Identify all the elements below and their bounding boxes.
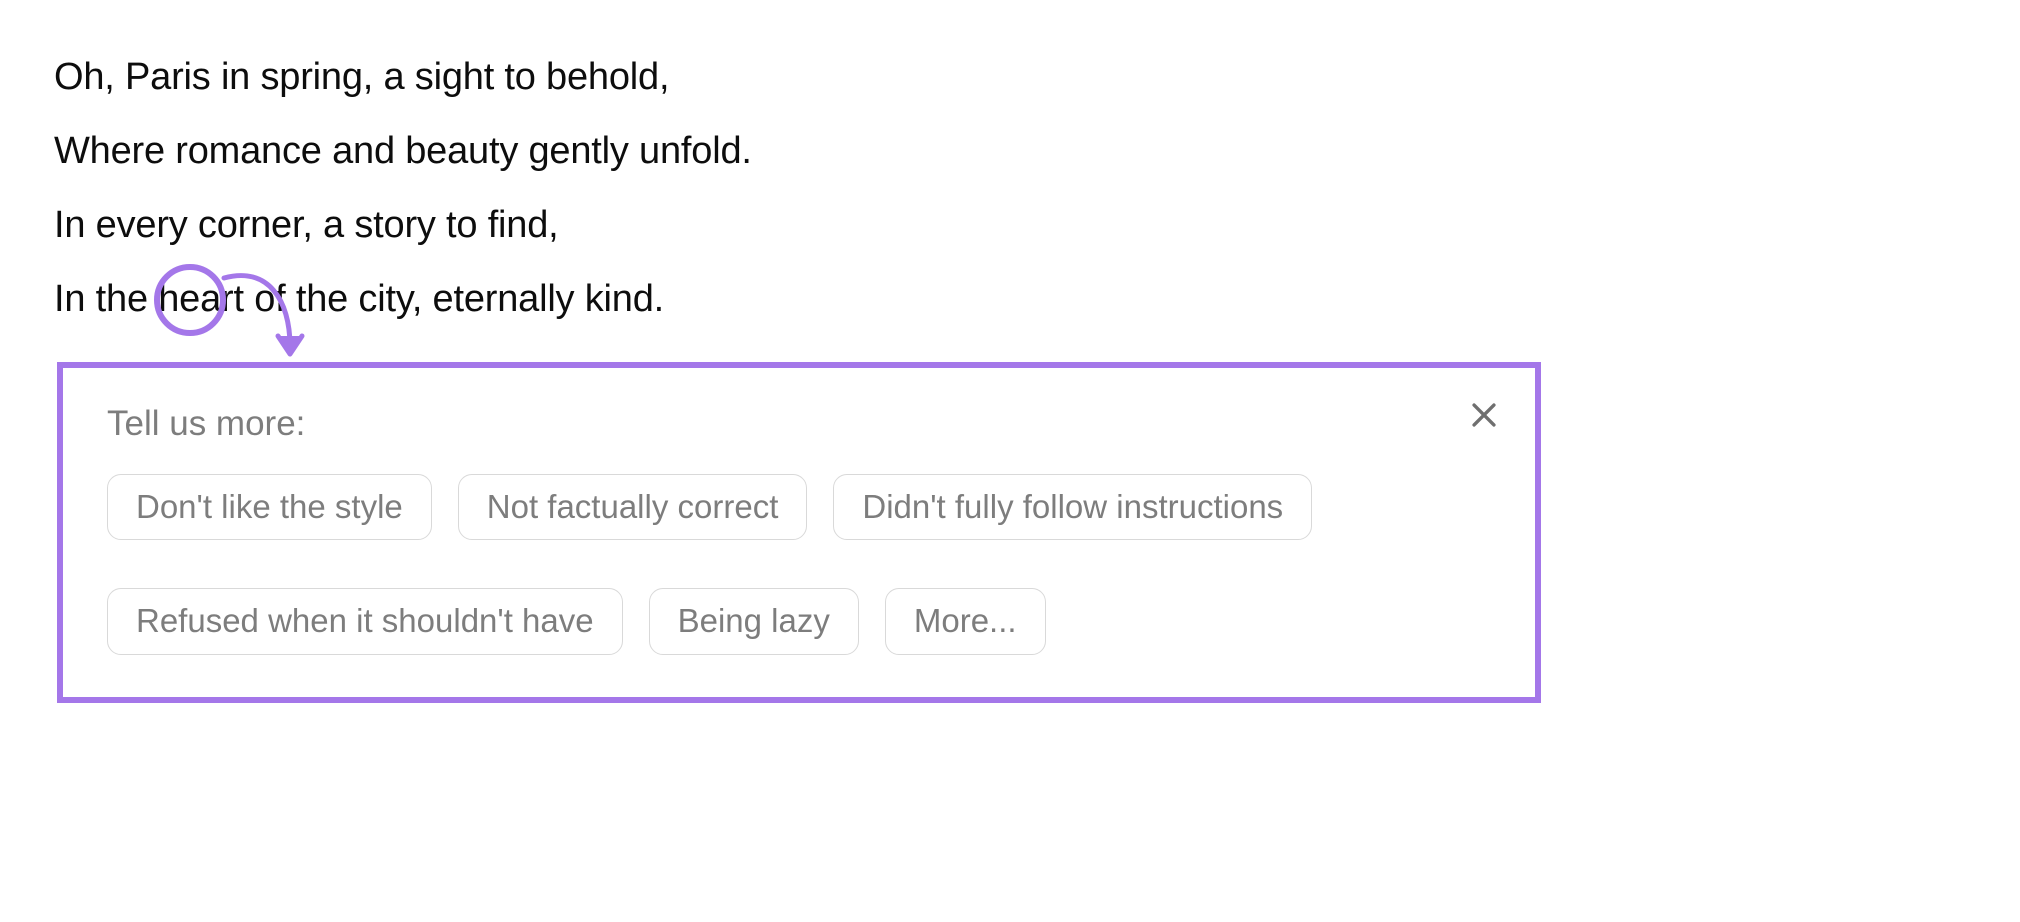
feedback-option-lazy[interactable]: Being lazy — [649, 588, 859, 654]
feedback-options: Don't like the style Not factually corre… — [107, 474, 1491, 655]
message-line: Where romance and beauty gently unfold. — [54, 114, 1966, 188]
message-line: In the heart of the city, eternally kind… — [54, 262, 1966, 336]
feedback-option-style[interactable]: Don't like the style — [107, 474, 432, 540]
feedback-option-instructions[interactable]: Didn't fully follow instructions — [833, 474, 1312, 540]
message-line: Oh, Paris in spring, a sight to behold, — [54, 40, 1966, 114]
message-line: In every corner, a story to find, — [54, 188, 1966, 262]
feedback-option-factual[interactable]: Not factually correct — [458, 474, 808, 540]
message-content: Oh, Paris in spring, a sight to behold, … — [0, 0, 2020, 394]
feedback-title: Tell us more: — [107, 404, 305, 444]
feedback-option-refused[interactable]: Refused when it shouldn't have — [107, 588, 623, 654]
feedback-panel: Tell us more: Don't like the style Not f… — [57, 362, 1541, 703]
close-icon[interactable] — [1467, 398, 1501, 432]
feedback-option-more[interactable]: More... — [885, 588, 1046, 654]
